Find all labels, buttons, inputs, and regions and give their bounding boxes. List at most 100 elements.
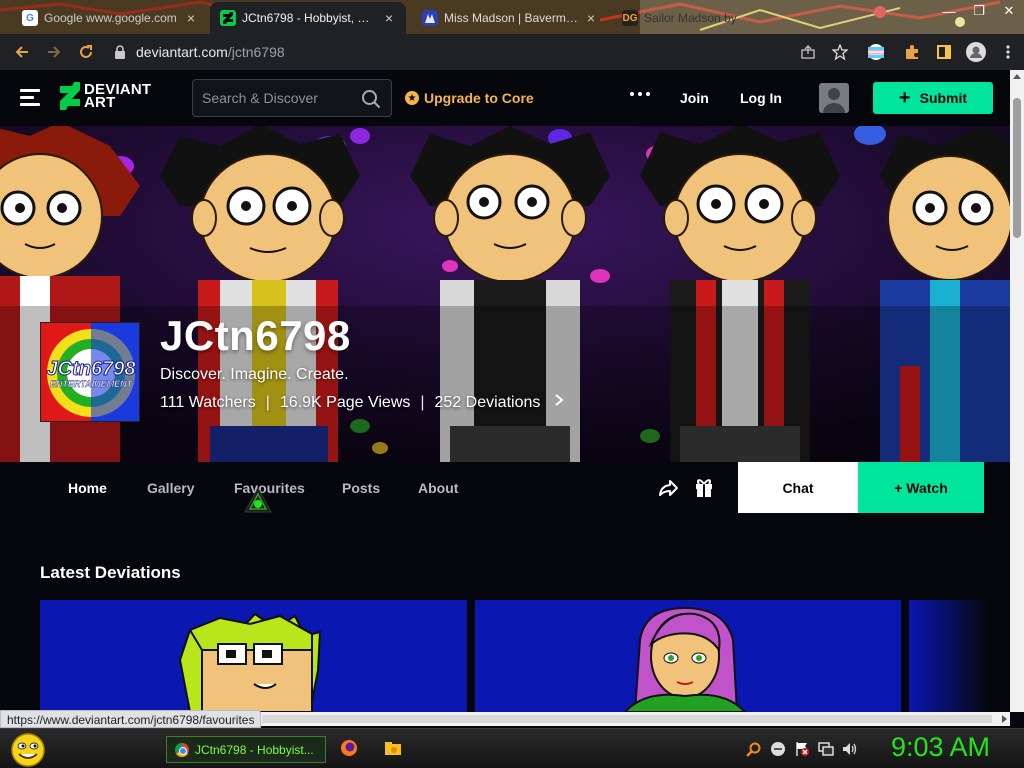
tab-posts[interactable]: Posts (342, 480, 380, 496)
reload-icon[interactable] (70, 36, 102, 68)
status-tray-icon[interactable] (770, 741, 786, 757)
extensions-puzzle-icon[interactable] (896, 36, 928, 68)
scroll-up-icon[interactable] (1013, 74, 1021, 79)
plus-icon: + (898, 87, 911, 109)
google-icon: G (22, 10, 38, 26)
scroll-right-icon[interactable] (1002, 715, 1007, 723)
search-icon[interactable] (361, 89, 381, 109)
tab-deviantart[interactable]: JCtn6798 - Hobbyist, Pho × (210, 2, 406, 34)
tab-google[interactable]: G Google www.google.com × (12, 2, 208, 34)
task-label: JCtn6798 - Hobbyist... (195, 742, 314, 757)
search-tray-icon[interactable] (746, 741, 762, 757)
deviation-thumbnail-1[interactable] (40, 600, 467, 712)
tab-miss-madson[interactable]: Miss Madson | Baverman × (412, 2, 608, 34)
profile-nav: Home Gallery Favourites Posts About Chat… (0, 462, 1010, 514)
tab-about[interactable]: About (418, 480, 458, 496)
taskbar-clock[interactable]: 9:03 AM (891, 732, 990, 763)
more-options-icon[interactable] (630, 92, 650, 96)
default-avatar-icon[interactable] (819, 83, 849, 113)
scroll-thumb[interactable] (1013, 98, 1021, 238)
chrome-icon (175, 742, 189, 757)
dg-icon: DG (622, 10, 638, 26)
browser-menu-icon[interactable] (992, 36, 1024, 68)
avatar-logo-subtext: ENTERTAINEMENT (50, 379, 134, 389)
folder-icon[interactable] (384, 739, 402, 757)
horizontal-scrollbar[interactable] (260, 712, 1010, 726)
pageviews-count: 16.9K Page Views (279, 393, 411, 411)
forward-icon[interactable] (38, 36, 70, 68)
deviations-count: 252 Deviations (434, 393, 541, 411)
search-input[interactable] (202, 90, 352, 106)
hamburger-menu-icon[interactable] (20, 89, 40, 107)
back-icon[interactable] (6, 36, 38, 68)
tab-gallery[interactable]: Gallery (147, 480, 194, 496)
tab-title: JCtn6798 - Hobbyist, Pho (242, 11, 376, 25)
sidepanel-icon[interactable] (928, 36, 960, 68)
join-link[interactable]: Join (680, 90, 709, 106)
tab-home[interactable]: Home (68, 480, 107, 496)
network-tray-icon[interactable] (818, 741, 834, 757)
minimize-icon[interactable]: — (934, 0, 964, 22)
latest-deviations-title: Latest Deviations (40, 563, 181, 582)
taskbar-chrome-window[interactable]: JCtn6798 - Hobbyist... (166, 736, 326, 763)
flag-tray-icon[interactable] (794, 741, 810, 757)
deviation-thumbnail-2[interactable] (475, 600, 901, 712)
stats-separator: | (265, 393, 270, 411)
bookmark-star-icon[interactable] (824, 36, 856, 68)
submit-button[interactable]: + Submit (873, 82, 993, 114)
login-link[interactable]: Log In (740, 90, 782, 106)
profile-tagline: Discover. Imagine. Create. (160, 366, 349, 383)
stats-separator: | (420, 393, 425, 411)
gift-icon[interactable] (694, 476, 714, 498)
tab-title: Google www.google.com (44, 11, 177, 25)
deviation-thumbnail-3[interactable] (909, 600, 989, 712)
deviantart-mark-icon (60, 82, 80, 110)
tab-sailor-madson[interactable]: DG Sailor Madson by (612, 2, 762, 34)
address-bar[interactable]: deviantart.com/jctn6798 (108, 38, 852, 66)
link-status-bubble: https://www.deviantart.com/jctn6798/favo… (0, 710, 262, 728)
browser-tabstrip: G Google www.google.com × JCtn6798 - Hob… (0, 0, 1024, 34)
search-box (192, 79, 392, 117)
url-path: /jctn6798 (227, 44, 285, 60)
watchers-count: 111 Watchers (160, 393, 256, 411)
page-icon (422, 10, 438, 26)
chevron-right-icon (554, 393, 564, 412)
tab-title: Sailor Madson by (644, 11, 737, 25)
volume-tray-icon[interactable] (842, 741, 858, 757)
share-page-icon[interactable] (792, 36, 824, 68)
toolbar-icons (792, 34, 1024, 70)
url-domain: deviantart.com (136, 44, 228, 60)
window-controls: — ❐ ✕ (934, 0, 1024, 22)
core-star-icon: ★ (405, 91, 419, 105)
firefox-icon[interactable] (340, 739, 358, 757)
upgrade-label: Upgrade to Core (424, 90, 534, 106)
tab-close-icon[interactable]: × (382, 10, 396, 26)
deviantart-logo[interactable]: DEVIANT ART (60, 82, 151, 110)
mouse-cursor-icon (244, 487, 272, 513)
submit-label: Submit (919, 90, 968, 106)
vertical-scrollbar[interactable] (1010, 70, 1024, 712)
profile-stats[interactable]: 111 Watchers | 16.9K Page Views | 252 De… (160, 393, 564, 412)
url-text: deviantart.com/jctn6798 (136, 44, 285, 60)
os-taskbar: JCtn6798 - Hobbyist... 9:03 AM (0, 728, 1024, 768)
lock-icon[interactable] (114, 45, 128, 59)
flag-extension-icon[interactable] (856, 36, 896, 68)
watch-button[interactable]: + Watch (858, 462, 984, 513)
profile-avatar[interactable]: JCtn6798 ENTERTAINEMENT (40, 322, 140, 422)
share-icon[interactable] (657, 477, 679, 499)
upgrade-to-core-link[interactable]: ★ Upgrade to Core (405, 90, 534, 106)
chat-button[interactable]: Chat (738, 462, 858, 513)
close-window-icon[interactable]: ✕ (994, 0, 1024, 22)
deviantart-icon (220, 10, 236, 26)
profile-icon[interactable] (960, 36, 992, 68)
logo-wordmark: DEVIANT ART (84, 82, 151, 110)
tab-close-icon[interactable]: × (584, 10, 598, 26)
hscroll-thumb[interactable] (262, 715, 992, 723)
avatar-logo-text: JCtn6798 (47, 358, 137, 380)
restore-icon[interactable]: ❐ (964, 0, 994, 22)
tab-close-icon[interactable]: × (184, 10, 198, 26)
start-smiley-icon[interactable] (8, 732, 48, 768)
screen: G Google www.google.com × JCtn6798 - Hob… (0, 0, 1024, 768)
browser-toolbar: deviantart.com/jctn6798 (0, 34, 1024, 70)
profile-username: JCtn6798 (160, 312, 351, 359)
